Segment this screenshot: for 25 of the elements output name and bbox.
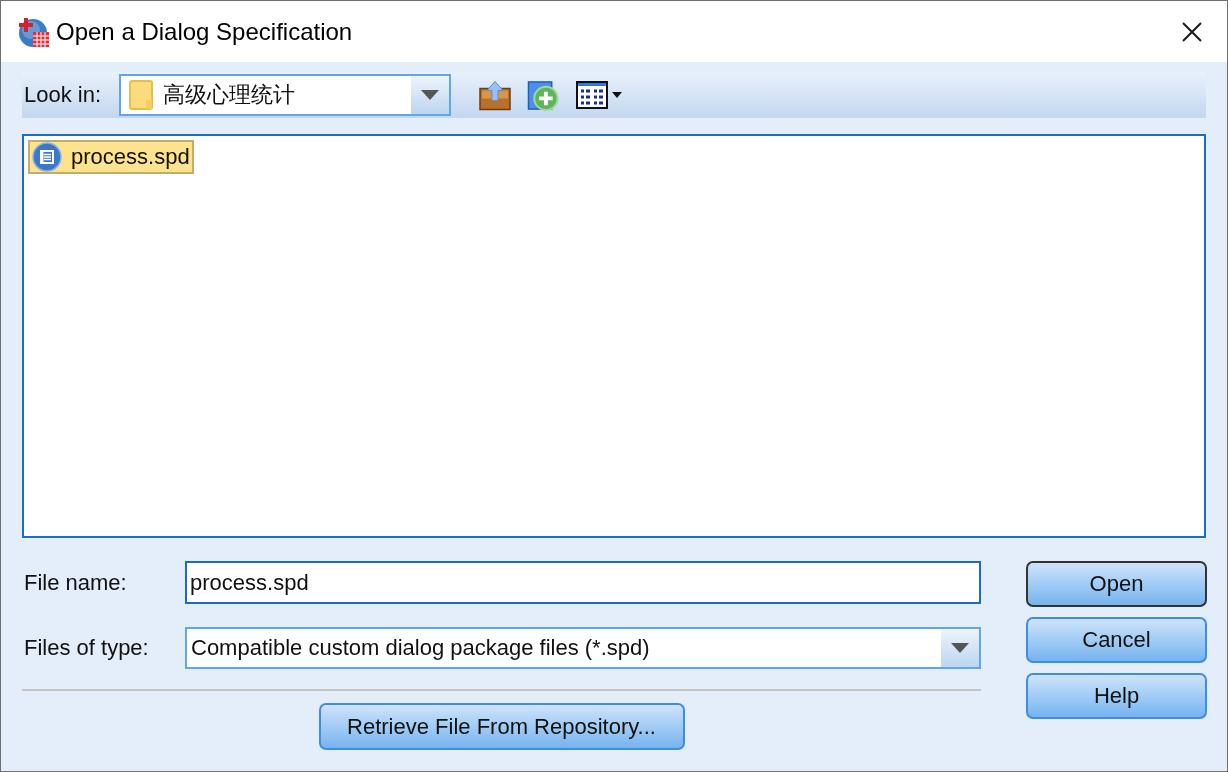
file-item[interactable]: process.spd [28,140,194,174]
close-icon [1182,21,1202,42]
file-type-dropdown[interactable]: Compatible custom dialog package files (*.spd) [185,627,981,669]
folder-up-icon[interactable] [479,79,512,111]
window-title: Open a Dialog Specification [56,17,353,46]
caret-icon [612,92,623,98]
caret-icon [951,643,969,653]
dialog-button[interactable]: Cancel [1026,617,1207,663]
dialog-button[interactable]: Open [1026,561,1207,607]
folder-icon [129,80,154,110]
dialog-button[interactable]: Help [1026,673,1207,719]
file-name-field[interactable]: process.spd [185,561,981,604]
file-name-label: File name: [23,569,128,596]
dropdown-button[interactable] [411,76,450,114]
look-in-dropdown[interactable]: 高级心理统计 [119,74,452,116]
app-icon [18,15,50,48]
document-icon [32,142,62,172]
retrieve-file-button[interactable]: Retrieve File From Repository... [318,703,685,750]
view-menu-button[interactable] [575,81,623,109]
dropdown-button[interactable] [941,629,979,667]
file-type-label: Files of type: [23,635,150,661]
list-view-icon [575,81,610,109]
look-in-label: Look in: [24,82,102,108]
new-folder-icon[interactable] [527,79,560,111]
caret-icon [421,90,440,100]
